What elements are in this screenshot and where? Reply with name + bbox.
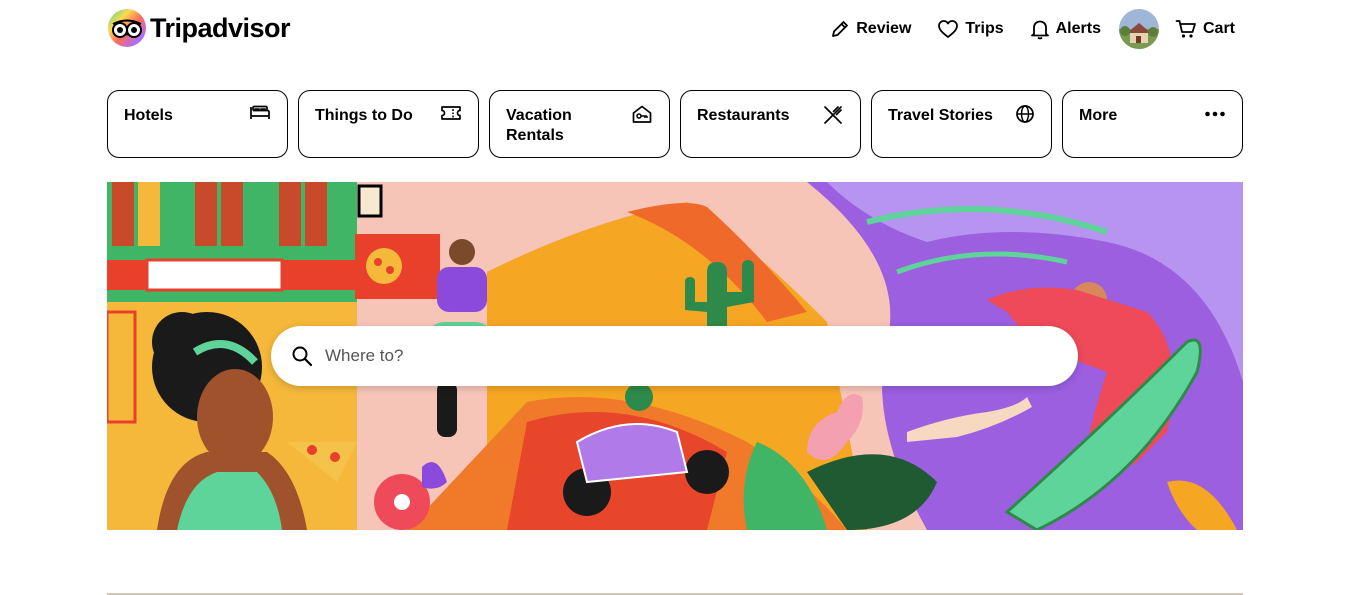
tab-restaurants[interactable]: Restaurants [680, 90, 861, 158]
search-bar[interactable] [271, 326, 1078, 386]
tab-travel-stories-label: Travel Stories [888, 107, 993, 124]
tab-more[interactable]: More [1062, 90, 1243, 158]
search-input[interactable] [325, 346, 1025, 366]
brand-name: Tripadvisor [150, 12, 291, 43]
more-dots-icon [1205, 111, 1225, 117]
search-icon [292, 346, 313, 367]
owl-logo-icon [108, 9, 146, 47]
tab-things-to-do[interactable]: Things to Do [298, 90, 479, 158]
tab-restaurants-label: Restaurants [697, 107, 790, 124]
fork-knife-icon [824, 106, 842, 124]
brand-logo[interactable]: Tripadvisor [107, 8, 291, 48]
cart-link[interactable]: Cart [1175, 19, 1235, 39]
alerts-link[interactable]: Alerts [1030, 18, 1101, 40]
globe-icon [1016, 105, 1034, 123]
ticket-icon [441, 106, 461, 120]
pencil-icon [832, 21, 849, 37]
house-key-icon [632, 105, 652, 123]
tab-things-to-do-label: Things to Do [315, 107, 413, 124]
review-label: Review [856, 20, 912, 37]
cart-icon [1175, 20, 1196, 38]
alerts-label: Alerts [1055, 20, 1101, 37]
cart-label: Cart [1202, 20, 1235, 37]
bell-icon [1030, 20, 1049, 40]
user-avatar[interactable] [1118, 9, 1159, 49]
trips-link[interactable]: Trips [937, 19, 1004, 39]
hero-banner [107, 182, 1243, 530]
tab-more-label: More [1079, 107, 1118, 124]
top-header: Tripadvisor Review Trips Alerts Cart [107, 0, 1243, 58]
bed-icon [250, 105, 270, 119]
tab-vacation-rentals[interactable]: Vacation Rentals [489, 90, 670, 158]
tab-hotels[interactable]: Hotels [107, 90, 288, 158]
heart-icon [938, 20, 959, 38]
header-nav: Review Trips Alerts Cart [804, 8, 1235, 50]
review-link[interactable]: Review [830, 19, 911, 39]
tab-vacation-rentals-label: Vacation Rentals [506, 107, 572, 144]
avatar-image [1118, 9, 1159, 49]
tab-hotels-label: Hotels [124, 107, 173, 124]
category-tabs: Hotels Things to Do Vacation Rentals Res… [107, 90, 1243, 158]
tab-travel-stories[interactable]: Travel Stories [871, 90, 1052, 158]
trips-label: Trips [965, 20, 1004, 37]
